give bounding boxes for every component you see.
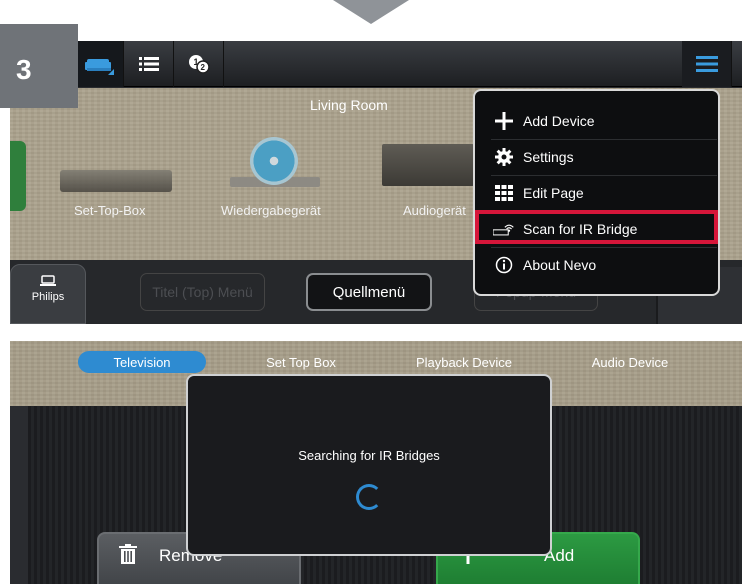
tab-playback-device[interactable]: Playback Device — [404, 351, 524, 373]
grid-icon — [495, 185, 513, 201]
device-label: Audiogerät — [403, 203, 466, 218]
numbers-view-button[interactable]: 1 2 — [174, 41, 224, 87]
disc-player-image[interactable] — [250, 137, 298, 185]
list-view-button[interactable] — [124, 41, 174, 87]
dialog-message: Searching for IR Bridges — [298, 448, 440, 463]
step-badge: 3 — [0, 24, 78, 108]
title-menu-button[interactable]: Titel (Top) Menü — [140, 273, 265, 311]
menu-item-add-device[interactable]: Add Device — [475, 103, 718, 139]
set-top-box-image[interactable] — [60, 170, 172, 192]
svg-text:1: 1 — [193, 57, 198, 67]
menu-button[interactable] — [682, 41, 732, 87]
device-label: Set-Top-Box — [74, 203, 146, 218]
menu-item-label: About Nevo — [523, 257, 597, 273]
tab-set-top-box[interactable]: Set Top Box — [251, 351, 351, 373]
room-title: Living Room — [310, 97, 388, 113]
gear-icon — [495, 148, 513, 166]
menu-item-label: Edit Page — [523, 185, 584, 201]
source-menu-button[interactable]: Quellmenü — [306, 273, 432, 311]
device-tab-philips[interactable]: Philips — [10, 264, 86, 324]
trash-icon — [119, 543, 137, 564]
menu-item-settings[interactable]: Settings — [475, 139, 718, 175]
tab-audio-device[interactable]: Audio Device — [580, 351, 680, 373]
menu-item-edit-page[interactable]: Edit Page — [475, 175, 718, 211]
tab-television[interactable]: Television — [78, 351, 206, 373]
step-arrow — [333, 0, 409, 24]
device-label: Wiedergabegerät — [221, 203, 321, 218]
tv-icon — [40, 275, 56, 286]
devices-view-button[interactable] — [74, 41, 124, 87]
info-icon — [495, 256, 513, 274]
audio-device-image[interactable] — [382, 144, 474, 186]
top-toolbar: 1 2 — [10, 41, 742, 87]
highlight-box — [475, 210, 718, 244]
plus-icon — [495, 112, 513, 130]
list-icon — [138, 57, 159, 71]
svg-text:2: 2 — [200, 63, 205, 72]
dropdown-menu: Add Device Settings Edit Page Scan for I… — [473, 89, 720, 296]
device-tab-label: Philips — [31, 291, 65, 303]
side-panel — [10, 406, 28, 584]
loading-spinner-icon — [356, 484, 382, 510]
searching-dialog: Searching for IR Bridges — [186, 374, 552, 556]
numbers-icon: 1 2 — [188, 55, 210, 74]
screenshot-panel-search: Television Set Top Box Playback Device A… — [10, 341, 742, 584]
couch-icon — [84, 59, 114, 75]
hamburger-icon — [695, 56, 718, 72]
menu-item-label: Add Device — [523, 113, 595, 129]
screenshot-panel-menu: 1 2 Living Room Set-Top-Box Wiedergabege… — [10, 41, 742, 324]
menu-item-label: Settings — [523, 149, 574, 165]
side-tab[interactable] — [10, 141, 26, 211]
menu-item-about[interactable]: About Nevo — [475, 247, 718, 283]
